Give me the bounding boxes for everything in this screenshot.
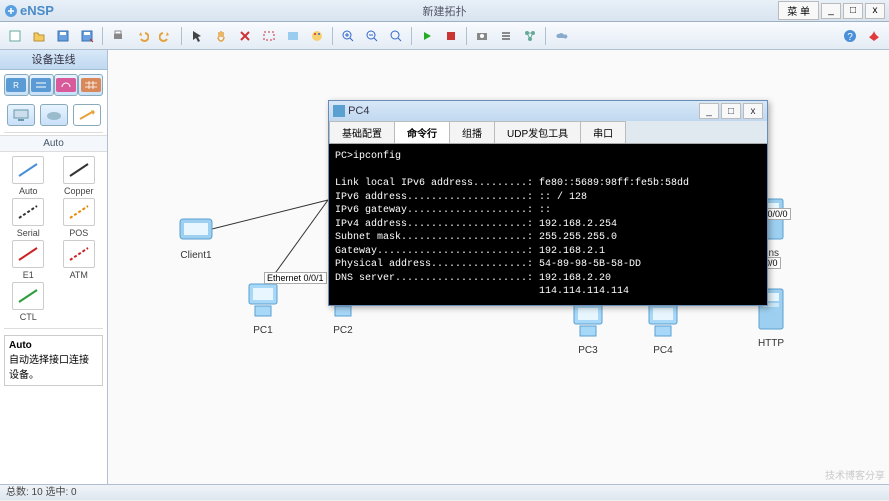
pointer-icon[interactable] — [186, 25, 208, 47]
svg-text:R: R — [13, 81, 19, 90]
status-left: 总数: 10 选中: 0 — [6, 485, 77, 500]
cable-e1[interactable]: E1 — [4, 240, 53, 280]
cable-atm[interactable]: ATM — [55, 240, 104, 280]
minimize-button[interactable]: _ — [821, 3, 841, 19]
term-max-button[interactable]: □ — [721, 103, 741, 119]
terminal-title: PC4 — [348, 105, 369, 117]
terminal-titlebar[interactable]: PC4 _ □ x — [329, 101, 767, 121]
term-tab-0[interactable]: 基础配置 — [329, 121, 395, 143]
stop-icon[interactable] — [440, 25, 462, 47]
start-icon[interactable] — [416, 25, 438, 47]
canvas[interactable]: Client1 PC1 PC2 PC3 PC4 dns HTTP Etherne… — [108, 50, 889, 484]
title-bar: eNSP 新建拓扑 菜 单 _ □ x — [0, 0, 889, 22]
close-button[interactable]: x — [865, 3, 885, 19]
desc-body: 自动选择接口连接设备。 — [9, 355, 89, 381]
auto-heading: Auto — [0, 135, 107, 152]
term-close-button[interactable]: x — [743, 103, 763, 119]
desc-title: Auto — [9, 340, 32, 351]
save-icon[interactable] — [52, 25, 74, 47]
firewall-icon[interactable] — [78, 74, 103, 96]
saveas-icon[interactable] — [76, 25, 98, 47]
terminal-window[interactable]: PC4 _ □ x 基础配置命令行组播UDP发包工具串口 PC>ipconfig… — [328, 100, 768, 306]
zoomfit-icon[interactable] — [385, 25, 407, 47]
maximize-button[interactable]: □ — [843, 3, 863, 19]
sidebar: 设备连线 R Auto AutoCopperSerialPOSE1ATMCTL … — [0, 50, 108, 484]
cable-serial[interactable]: Serial — [4, 198, 53, 238]
print-icon[interactable] — [107, 25, 129, 47]
svg-text:?: ? — [847, 32, 853, 43]
cable-copper[interactable]: Copper — [55, 156, 104, 196]
cloud-device-icon[interactable] — [40, 104, 68, 126]
redo-icon[interactable] — [155, 25, 177, 47]
sidebar-header: 设备连线 — [0, 50, 107, 70]
toolbar: ? — [0, 22, 889, 50]
router-icon[interactable]: R — [4, 74, 29, 96]
desc-box: Auto 自动选择接口连接设备。 — [4, 335, 103, 386]
cloud-icon[interactable] — [550, 25, 572, 47]
terminal-body[interactable]: PC>ipconfig Link local IPv6 address.....… — [329, 144, 767, 305]
cable-auto[interactable]: Auto — [4, 156, 53, 196]
term-min-button[interactable]: _ — [699, 103, 719, 119]
term-tab-1[interactable]: 命令行 — [394, 121, 450, 143]
app-name: eNSP — [20, 3, 54, 18]
pan-icon[interactable] — [210, 25, 232, 47]
text-icon[interactable] — [282, 25, 304, 47]
app-logo: eNSP — [4, 3, 54, 18]
terminal-tabs: 基础配置命令行组播UDP发包工具串口 — [329, 121, 767, 144]
pc-icon[interactable] — [7, 104, 35, 126]
menu-button[interactable]: 菜 单 — [778, 1, 819, 20]
cable-ctl[interactable]: CTL — [4, 282, 53, 322]
topo-icon[interactable] — [519, 25, 541, 47]
cable-pos[interactable]: POS — [55, 198, 104, 238]
help-icon[interactable]: ? — [839, 25, 861, 47]
link-icon[interactable] — [73, 104, 101, 126]
zoomin-icon[interactable] — [337, 25, 359, 47]
status-bar: 总数: 10 选中: 0 — [0, 484, 889, 500]
new-icon[interactable] — [4, 25, 26, 47]
terminal-icon — [333, 105, 345, 117]
term-tab-4[interactable]: 串口 — [580, 121, 626, 143]
huawei-icon[interactable] — [863, 25, 885, 47]
window-title: 新建拓扑 — [423, 3, 467, 19]
undo-icon[interactable] — [131, 25, 153, 47]
port-label: Ethernet 0/0/1 — [264, 272, 327, 284]
open-icon[interactable] — [28, 25, 50, 47]
term-tab-3[interactable]: UDP发包工具 — [494, 121, 581, 143]
switch-icon[interactable] — [29, 74, 54, 96]
watermark: 技术博客分享 — [825, 467, 885, 482]
node-pc1[interactable]: PC1 — [243, 280, 283, 336]
capture-icon[interactable] — [471, 25, 493, 47]
node-pc3[interactable]: PC3 — [568, 300, 608, 356]
palette-icon[interactable] — [306, 25, 328, 47]
node-client1[interactable]: Client1 — [178, 215, 214, 261]
wlan-icon[interactable] — [54, 74, 79, 96]
rect-icon[interactable] — [258, 25, 280, 47]
list-icon[interactable] — [495, 25, 517, 47]
term-tab-2[interactable]: 组播 — [449, 121, 495, 143]
node-pc4[interactable]: PC4 — [643, 300, 683, 356]
delete-icon[interactable] — [234, 25, 256, 47]
zoomout-icon[interactable] — [361, 25, 383, 47]
